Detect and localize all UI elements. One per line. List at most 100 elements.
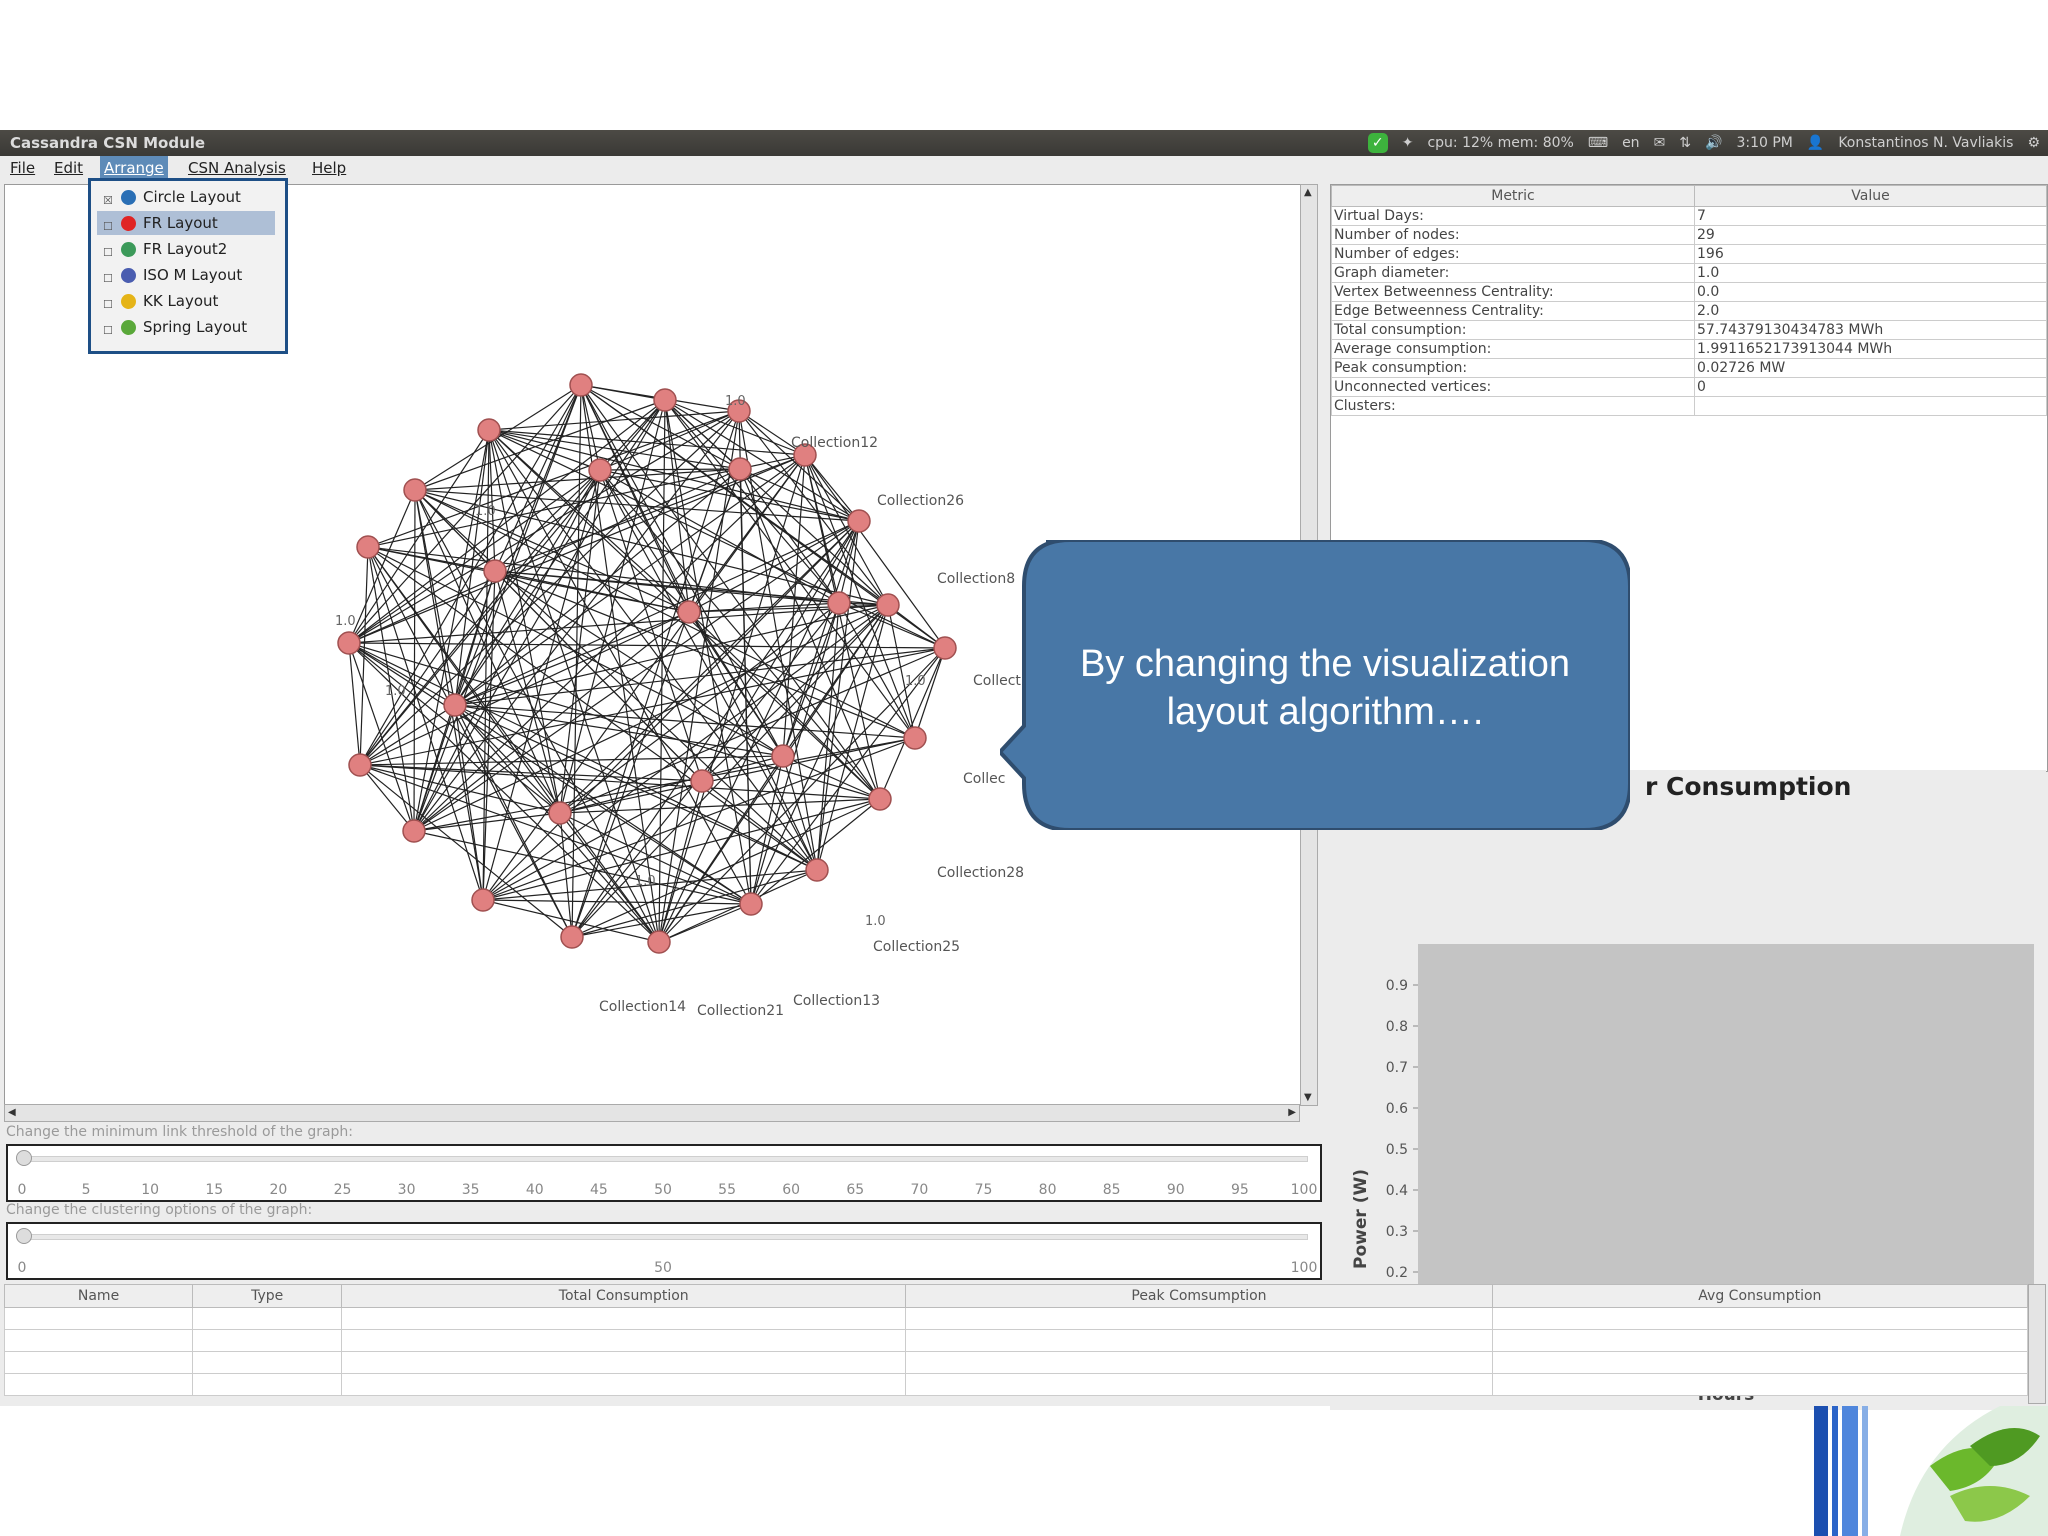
table-cell[interactable]	[1491, 1329, 2029, 1352]
graph-edge[interactable]	[482, 798, 881, 901]
metrics-header-metric[interactable]: Metric	[1331, 185, 1695, 207]
volume-icon[interactable]: 🔊	[1705, 130, 1722, 156]
graph-node[interactable]	[402, 819, 426, 843]
graph-node[interactable]	[771, 744, 795, 768]
graph-node[interactable]	[827, 591, 851, 615]
metrics-row[interactable]: Vertex Betweenness Centrality: 0.0	[1331, 282, 2047, 302]
graph-edge[interactable]	[454, 704, 561, 814]
metrics-row[interactable]: Unconnected vertices: 0	[1331, 377, 2047, 397]
column-header[interactable]: Name	[3, 1284, 194, 1308]
table-row[interactable]	[3, 1329, 2029, 1352]
checkbox-icon[interactable]: ☐	[103, 215, 113, 239]
graph-edge[interactable]	[658, 780, 703, 943]
graph-edge[interactable]	[688, 611, 784, 757]
graph-node[interactable]	[868, 787, 892, 811]
keyboard-layout[interactable]: en	[1622, 130, 1640, 156]
threshold-slider-track[interactable]	[20, 1156, 1308, 1162]
graph-node[interactable]	[471, 888, 495, 912]
graph-edge[interactable]	[739, 468, 752, 905]
graph-node[interactable]	[483, 559, 507, 583]
graph-edge[interactable]	[359, 546, 369, 766]
table-cell[interactable]	[192, 1373, 343, 1396]
graph-node[interactable]	[876, 593, 900, 617]
menu-help[interactable]: Help	[308, 156, 350, 180]
table-cell[interactable]	[341, 1351, 907, 1374]
table-cell[interactable]	[192, 1351, 343, 1374]
metrics-row[interactable]: Edge Betweenness Centrality: 2.0	[1331, 301, 2047, 321]
graph-node[interactable]	[569, 373, 593, 397]
metrics-row[interactable]: Graph diameter: 1.0	[1331, 263, 2047, 283]
graph-edge[interactable]	[488, 429, 818, 871]
clustering-slider[interactable]: 0 50 100	[6, 1222, 1322, 1280]
graph-node[interactable]	[903, 726, 927, 750]
graph-node[interactable]	[847, 509, 871, 533]
column-header[interactable]: Peak Comsumption	[905, 1284, 1493, 1308]
graph-node[interactable]	[588, 458, 612, 482]
graph-edge[interactable]	[879, 647, 946, 800]
metrics-row[interactable]: Average consumption: 1.9911652173913044 M…	[1331, 339, 2047, 359]
graph-edge[interactable]	[738, 410, 818, 871]
checkbox-icon[interactable]: ☐	[103, 267, 113, 291]
scroll-left-icon[interactable]: ◀	[8, 1107, 16, 1118]
graph-edge[interactable]	[599, 469, 703, 782]
graph-node[interactable]	[653, 388, 677, 412]
checkbox-icon[interactable]: ☐	[103, 241, 113, 265]
table-cell[interactable]	[905, 1307, 1493, 1330]
graph-node[interactable]	[647, 930, 671, 954]
table-cell[interactable]	[192, 1329, 343, 1352]
graph-node[interactable]	[677, 600, 701, 624]
table-cell[interactable]	[192, 1307, 343, 1330]
graph-edge[interactable]	[367, 546, 818, 871]
graph-edge[interactable]	[488, 429, 806, 456]
update-ok-icon[interactable]: ✓	[1367, 133, 1388, 153]
table-cell[interactable]	[1491, 1373, 2029, 1396]
threshold-slider[interactable]: 0 5 10 15 20 25 30 35 40 45 50 55 60 65 70 75 80 85 90 95 10…	[6, 1144, 1322, 1202]
graph-edge[interactable]	[482, 737, 916, 901]
table-cell[interactable]	[341, 1329, 907, 1352]
graph-node[interactable]	[443, 693, 467, 717]
graph-node[interactable]	[337, 631, 361, 655]
layout-option-spring-layout[interactable]: ☐ Spring Layout	[97, 315, 275, 339]
graph-edge[interactable]	[348, 642, 361, 766]
graph-horizontal-scrollbar[interactable]: ◀ ▶	[4, 1104, 1300, 1122]
menu-csn-analysis[interactable]: CSN Analysis	[184, 156, 290, 180]
metrics-row[interactable]: Clusters:	[1331, 396, 2047, 416]
graph-edge[interactable]	[782, 755, 881, 800]
keyboard-icon[interactable]: ⌨	[1588, 130, 1608, 156]
column-header[interactable]: Avg Consumption	[1491, 1284, 2029, 1308]
scroll-down-icon[interactable]: ▼	[1304, 1092, 1312, 1103]
clock[interactable]: 3:10 PM	[1736, 130, 1792, 156]
table-cell[interactable]	[1491, 1307, 2029, 1330]
scroll-up-icon[interactable]: ▲	[1304, 187, 1312, 198]
table-row[interactable]	[3, 1373, 2029, 1396]
metrics-row[interactable]: Peak consumption: 0.02726 MW	[1331, 358, 2047, 378]
table-cell[interactable]	[905, 1329, 1493, 1352]
graph-edge[interactable]	[782, 602, 840, 757]
metrics-row[interactable]: Total consumption: 57.74379130434783 MWh	[1331, 320, 2047, 340]
table-cell[interactable]	[341, 1307, 907, 1330]
layout-option-circle-layout[interactable]: ☒ Circle Layout	[97, 185, 275, 209]
dropbox-icon[interactable]: ✦	[1402, 130, 1414, 156]
layout-option-kk-layout[interactable]: ☐ KK Layout	[97, 289, 275, 313]
table-cell[interactable]	[1491, 1351, 2029, 1374]
metrics-row[interactable]: Number of nodes: 29	[1331, 225, 2047, 245]
column-header[interactable]: Total Consumption	[341, 1284, 907, 1308]
clustering-slider-track[interactable]	[20, 1234, 1308, 1240]
graph-edge[interactable]	[413, 489, 416, 832]
metrics-header-value[interactable]: Value	[1694, 185, 2047, 207]
clustering-slider-thumb[interactable]	[16, 1228, 32, 1244]
threshold-slider-thumb[interactable]	[16, 1150, 32, 1166]
cpu-mem-indicator[interactable]: cpu: 12% mem: 80%	[1427, 130, 1573, 156]
graph-node[interactable]	[805, 858, 829, 882]
graph-node[interactable]	[933, 636, 957, 660]
table-cell[interactable]	[3, 1329, 194, 1352]
table-cell[interactable]	[3, 1373, 194, 1396]
column-header[interactable]: Type	[192, 1284, 343, 1308]
graph-node[interactable]	[403, 478, 427, 502]
table-vertical-scrollbar[interactable]	[2028, 1284, 2046, 1404]
table-row[interactable]	[3, 1351, 2029, 1374]
mail-icon[interactable]: ✉	[1654, 130, 1666, 156]
graph-edge[interactable]	[914, 647, 946, 739]
gear-icon[interactable]: ⚙	[2027, 130, 2040, 156]
graph-node[interactable]	[560, 925, 584, 949]
